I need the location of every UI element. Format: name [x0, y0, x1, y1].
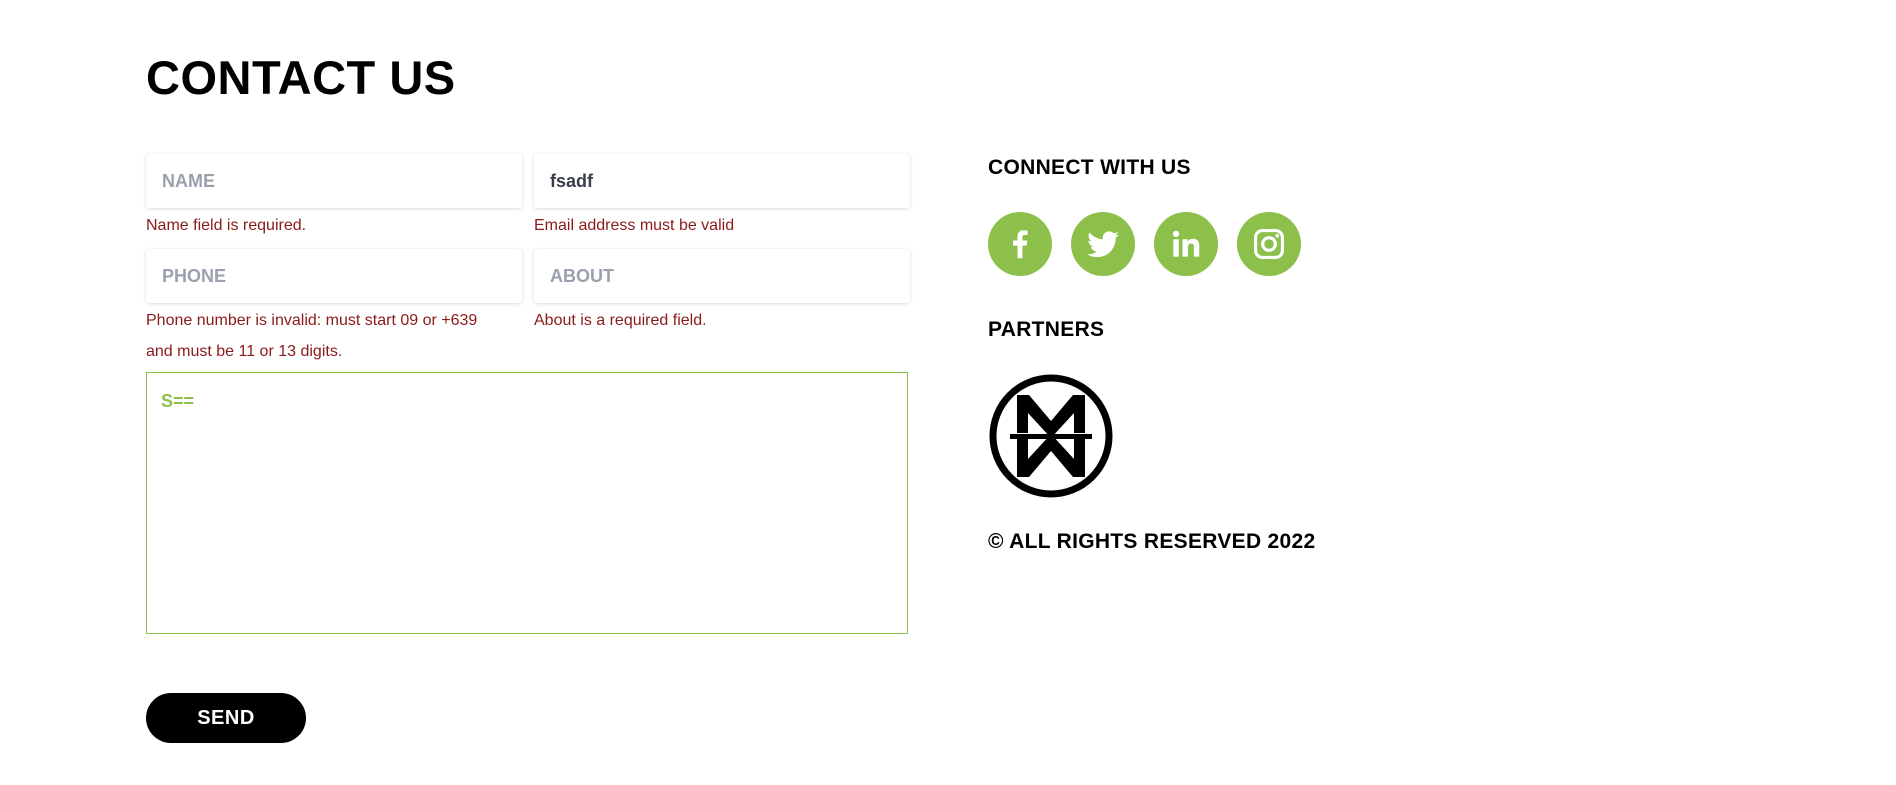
about-input[interactable]: [534, 249, 910, 303]
copyright: © ALL RIGHTS RESERVED 2022: [988, 530, 1316, 553]
phone-input[interactable]: [146, 249, 522, 303]
email-input[interactable]: [534, 154, 910, 208]
phone-error: Phone number is invalid: must start 09 o…: [146, 305, 477, 367]
linkedin-icon: [1172, 230, 1200, 257]
partners-heading: PARTNERS: [988, 318, 1105, 341]
email-error: Email address must be valid: [534, 217, 735, 234]
mw-partner-logo: [989, 374, 1113, 498]
instagram-icon: [1253, 228, 1285, 260]
instagram-link[interactable]: [1237, 212, 1301, 276]
about-error: About is a required field.: [534, 312, 707, 329]
twitter-icon: [1087, 231, 1119, 258]
linkedin-link[interactable]: [1154, 212, 1218, 276]
send-button[interactable]: SEND: [146, 693, 306, 743]
facebook-link[interactable]: [988, 212, 1052, 276]
phone-error-line-1: Phone number is invalid: must start 09 o…: [146, 312, 478, 329]
phone-error-line-2: and must be 11 or 13 digits.: [146, 343, 343, 360]
name-error: Name field is required.: [146, 217, 307, 234]
page-title: CONTACT US: [146, 51, 456, 104]
facebook-icon: [1013, 230, 1028, 259]
name-input[interactable]: [146, 154, 522, 208]
twitter-link[interactable]: [1071, 212, 1135, 276]
message-textarea[interactable]: [146, 372, 908, 634]
connect-heading: CONNECT WITH US: [988, 156, 1191, 179]
